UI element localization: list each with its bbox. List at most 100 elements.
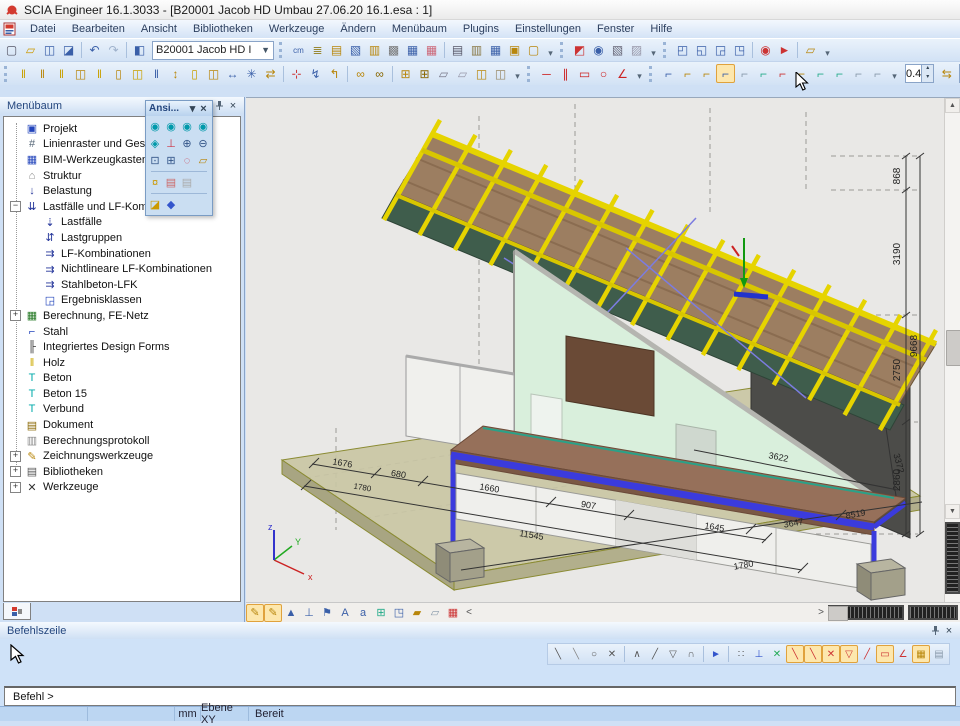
copy-add-icon[interactable]: ⊞ (396, 64, 415, 83)
layer-filter-on-icon[interactable]: ▧ (608, 41, 627, 60)
calculator-icon[interactable]: ▦ (486, 41, 505, 60)
menu-fenster[interactable]: Fenster (589, 21, 642, 37)
move-entities-icon[interactable]: ▱ (434, 64, 453, 83)
tree-item-berechnungsprotokoll[interactable]: ▥Berechnungsprotokoll (4, 433, 240, 449)
snap-arc-icon[interactable]: ∩ (682, 645, 700, 663)
zoom-selection-icon[interactable]: ◌ (179, 152, 195, 169)
tree-item-verbund[interactable]: TVerbund (4, 402, 240, 418)
tree-item-stahl[interactable]: ⌐Stahl (4, 324, 240, 340)
tree-item-lf-kombinationen[interactable]: ⇉LF-Kombinationen (4, 246, 240, 262)
toolbar-overflow-icon[interactable]: ▾ (634, 65, 645, 82)
tree-item-beton[interactable]: TBeton (4, 371, 240, 387)
tree-item-stahlbeton-lfk[interactable]: ⇉Stahlbeton-LFK (4, 277, 240, 293)
document-icon[interactable]: ▣ (505, 41, 524, 60)
draw-line-icon[interactable]: ─ (537, 64, 556, 83)
member-intersect-icon[interactable]: ↔ (223, 64, 242, 83)
spinner-down-icon[interactable]: ▾ (922, 74, 933, 83)
tree-item-berechnung-fe-netz[interactable]: +▦Berechnung, FE-Netz (4, 308, 240, 324)
picture-gallery-icon[interactable]: ▦ (422, 41, 441, 60)
cursor-snap-settings-icon[interactable]: ► (707, 645, 725, 663)
rotate-entities-icon[interactable]: ▱ (453, 64, 472, 83)
render-settings-icon[interactable]: ◆ (163, 196, 179, 213)
toolbar-overflow-icon[interactable]: ▾ (889, 65, 900, 82)
snap-circle-icon[interactable]: ○ (585, 645, 603, 663)
expand-icon[interactable]: + (10, 451, 21, 462)
support-fixed-icon[interactable]: ⌐ (659, 64, 678, 83)
snap-polygon-icon[interactable]: ▽ (664, 645, 682, 663)
snap-cross-icon[interactable]: ✕ (603, 645, 621, 663)
tree-item-holz[interactable]: ‖Holz (4, 355, 240, 371)
catalog-blocks-icon[interactable]: ▤ (327, 41, 346, 60)
scroll-down-icon[interactable]: ▼ (945, 504, 960, 519)
tree-item-bibliotheken[interactable]: +▤Bibliotheken (4, 464, 240, 480)
snap-vertex-icon[interactable]: ∧ (628, 645, 646, 663)
report-icon[interactable]: ▢ (524, 41, 543, 60)
model-3d-view[interactable]: 868 3190 2750 2860 9668 1676 1780 680 16… (246, 98, 945, 604)
snap-midpoints-icon[interactable]: ╲ (804, 645, 822, 663)
tree-item-integriertes-design-forms[interactable]: ╟Integriertes Design Forms (4, 339, 240, 355)
export-view-icon[interactable]: ▱ (801, 41, 820, 60)
support-point-icon[interactable]: ⌐ (754, 64, 773, 83)
snap-grid-points-icon[interactable]: ∷ (732, 645, 750, 663)
show-supports-icon[interactable]: ⊥ (300, 604, 318, 622)
menu-datei[interactable]: Datei (22, 21, 64, 37)
snap-length-icon[interactable]: ╲ (549, 645, 567, 663)
project-manager-icon[interactable]: ◧ (130, 41, 149, 60)
view-in-direction-y-icon[interactable]: ◉ (163, 118, 179, 135)
check-structure-data-icon[interactable]: ↯ (306, 64, 325, 83)
pin-icon[interactable] (928, 624, 942, 637)
tree-item-dokument[interactable]: ▤Dokument (4, 417, 240, 433)
labels-decrease-icon[interactable]: a (354, 604, 372, 622)
redraw-view-icon[interactable]: ◉ (756, 41, 775, 60)
activity-filter-icon[interactable]: ◩ (570, 41, 589, 60)
connect-nodes-icon[interactable]: ⊹ (287, 64, 306, 83)
show-node-labels-icon[interactable]: ▲ (282, 604, 300, 622)
print-icon[interactable]: ▤ (448, 41, 467, 60)
member-rib-icon[interactable]: ‖ (52, 64, 71, 83)
support-line-icon[interactable]: ⌐ (735, 64, 754, 83)
picture-to-clipboard-icon[interactable]: ◪ (147, 196, 163, 213)
member-wall-icon[interactable]: ‖ (147, 64, 166, 83)
snap-half-icon[interactable]: ╲ (567, 645, 585, 663)
support-wall-icon[interactable]: ⌐ (868, 64, 887, 83)
labels-increase-icon[interactable]: A (336, 604, 354, 622)
support-standard-icon[interactable]: ⌐ (716, 64, 735, 83)
scroll-up-icon[interactable]: ▲ (945, 98, 960, 113)
menu-einstellungen[interactable]: Einstellungen (507, 21, 589, 37)
hinge-plate-icon[interactable]: ⌐ (830, 64, 849, 83)
light-settings-icon[interactable]: ¤ (147, 174, 163, 191)
tree-item-beton-15[interactable]: TBeton 15 (4, 386, 240, 402)
support-sliding-icon[interactable]: ⌐ (697, 64, 716, 83)
expand-icon[interactable]: + (10, 466, 21, 477)
xml-io-icon[interactable]: ▧ (346, 41, 365, 60)
menu-ansicht[interactable]: Ansicht (133, 21, 185, 37)
vertical-scrollbar[interactable]: ▲ ▼ (944, 98, 960, 604)
move-ucs-icon[interactable]: ↰ (325, 64, 344, 83)
snap-tangent-icon[interactable]: ╱ (858, 645, 876, 663)
member-shell-icon[interactable]: ↕ (166, 64, 185, 83)
snap-endpoints-icon[interactable]: ╲ (786, 645, 804, 663)
snap-arc-points-icon[interactable]: ∠ (894, 645, 912, 663)
new-project-icon[interactable]: ▢ (2, 41, 21, 60)
member-opening-icon[interactable]: ▯ (109, 64, 128, 83)
snap-intersections-icon[interactable]: ✕ (822, 645, 840, 663)
open-project-icon[interactable]: ▱ (21, 41, 40, 60)
undo-icon[interactable]: ↶ (85, 41, 104, 60)
view-palette-header[interactable]: Ansi... ▾ × (146, 101, 212, 116)
spinner-1-buttons[interactable]: ▴▾ (921, 65, 933, 82)
fly-mode-icon[interactable]: ► (775, 41, 794, 60)
project-combobox[interactable]: B20001 Jacob HD I ▼ (152, 41, 274, 60)
tree-item-werkzeuge[interactable]: +✕Werkzeuge (4, 480, 240, 496)
member-beam-icon[interactable]: ‖ (33, 64, 52, 83)
scale-spinner-1[interactable]: 0.4 ▴▾ (905, 64, 934, 83)
edit-pencil-icon[interactable]: ✎ (246, 604, 264, 622)
redo-icon[interactable]: ↷ (104, 41, 123, 60)
member-arbitrary-icon[interactable]: ◫ (71, 64, 90, 83)
support-flexible-icon[interactable]: ⌐ (773, 64, 792, 83)
member-column-icon[interactable]: ‖ (14, 64, 33, 83)
draw-circle-icon[interactable]: ○ (594, 64, 613, 83)
load-named-view-icon[interactable]: ▱ (426, 604, 444, 622)
zoom-in-icon[interactable]: ⊕ (179, 135, 195, 152)
save-all-icon[interactable]: ◫ (40, 41, 59, 60)
print-preview-icon[interactable]: ▥ (467, 41, 486, 60)
